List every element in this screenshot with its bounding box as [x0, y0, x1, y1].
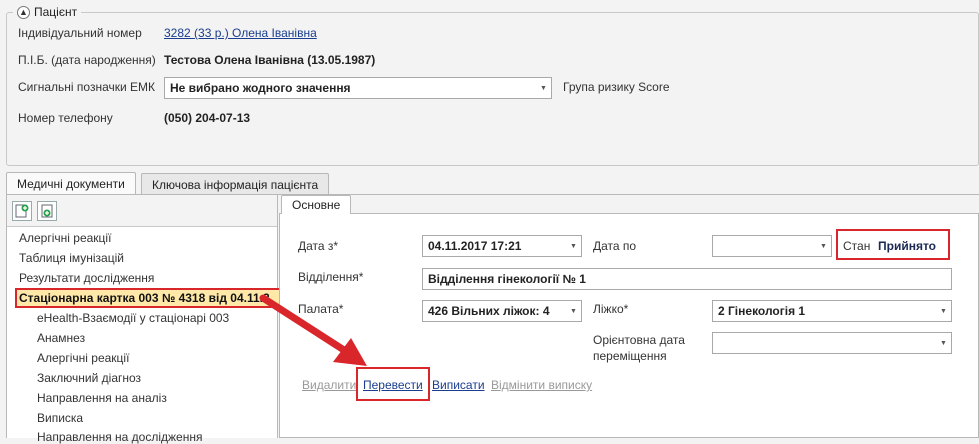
transfer-link[interactable]: Перевести — [363, 378, 423, 392]
date-from-input[interactable]: 04.11.2017 17:21 ▼ — [422, 235, 582, 257]
discharge-link[interactable]: Виписати — [432, 378, 485, 392]
patient-group-header[interactable]: ▲ Пацієнт — [13, 4, 82, 20]
chevron-down-icon[interactable]: ▼ — [816, 236, 831, 256]
tab-main-label: Основне — [292, 198, 341, 212]
chevron-down-icon[interactable]: ▼ — [936, 301, 951, 321]
transfer-date-label: Орієнтовна дата — [593, 333, 685, 347]
ward-value: 426 Вільних ліжок: 4 — [428, 304, 550, 318]
date-from-value: 04.11.2017 17:21 — [428, 239, 522, 253]
collapse-icon[interactable]: ▲ — [17, 5, 30, 19]
ward-select[interactable]: 426 Вільних ліжок: 4 ▼ — [422, 300, 582, 322]
department-value: Відділення гінекології № 1 — [428, 272, 586, 286]
tree-child-item[interactable]: Анамнез — [37, 331, 85, 345]
add-subdocument-button[interactable] — [37, 201, 57, 221]
tree-child-item[interactable]: Алергічні реакції — [37, 351, 129, 365]
chevron-down-icon[interactable]: ▼ — [536, 78, 551, 98]
tab-medical-docs-label: Медичні документи — [17, 177, 125, 191]
bed-value: 2 Гінекологія 1 — [718, 304, 806, 318]
state-value: Прийнято — [878, 239, 937, 253]
patient-name: Тестова Олена Іванівна (13.05.1987) — [164, 53, 376, 67]
bed-select[interactable]: 2 Гінекологія 1 ▼ — [712, 300, 952, 322]
tree-child-item[interactable]: Направлення на дослідження — [37, 430, 202, 444]
state-label: Стан — [843, 239, 871, 253]
patient-phone: (050) 204-07-13 — [164, 111, 251, 125]
signals-value: Не вибрано жодного значення — [170, 81, 351, 95]
chevron-down-icon[interactable]: ▼ — [566, 301, 581, 321]
date-to-label: Дата по — [593, 239, 637, 253]
tree-item[interactable]: Таблиця імунізацій — [19, 251, 124, 265]
tab-main[interactable]: Основне — [281, 195, 352, 214]
tree-item-selected[interactable]: Стаціонарна картка 003 № 4318 від 04.11.… — [15, 288, 281, 308]
transfer-date-input[interactable]: ▼ — [712, 332, 952, 354]
transfer-date-label-2: переміщення — [593, 349, 667, 363]
tree-item[interactable]: Результати дослідження — [19, 271, 154, 285]
signals-label: Сигнальні позначки ЕМК — [18, 80, 156, 94]
patient-id-link[interactable]: 3282 (33 р.) Олена Іванівна — [164, 26, 317, 40]
delete-link[interactable]: Видалити — [302, 378, 356, 392]
score-label: Група ризику Score — [563, 80, 670, 94]
tree-child-item[interactable]: Виписка — [37, 411, 83, 425]
chevron-down-icon[interactable]: ▼ — [936, 333, 951, 353]
tab-key-info[interactable]: Ключова інформація пацієнта — [141, 173, 330, 195]
signals-select[interactable]: Не вибрано жодного значення ▼ — [164, 77, 552, 99]
new-document-icon — [15, 204, 29, 218]
cancel-discharge-link[interactable]: Відмінити виписку — [491, 378, 592, 392]
department-select[interactable]: Відділення гінекології № 1 — [422, 268, 952, 290]
document-tree: Алергічні реакції Таблиця імунізацій Рез… — [7, 226, 281, 444]
tree-child-item[interactable]: Заключний діагноз — [37, 371, 141, 385]
tree-child-item[interactable]: Направлення на аналіз — [37, 391, 167, 405]
department-label: Відділення* — [298, 270, 364, 284]
chevron-down-icon[interactable]: ▼ — [566, 236, 581, 256]
patient-group-title: Пацієнт — [34, 5, 78, 19]
tab-key-info-label: Ключова інформація пацієнта — [152, 177, 319, 192]
red-arrow-icon — [259, 294, 367, 366]
add-document-button[interactable] — [12, 201, 32, 221]
tree-item[interactable]: Алергічні реакції — [19, 231, 111, 245]
date-to-input[interactable]: ▼ — [712, 235, 832, 257]
phone-label: Номер телефону — [18, 111, 113, 125]
bed-label: Ліжко* — [593, 302, 629, 316]
tab-medical-docs[interactable]: Медичні документи — [6, 172, 136, 195]
tree-child-item[interactable]: eHealth-Взаємодії у стаціонарі 003 — [37, 311, 229, 325]
date-from-label: Дата з* — [298, 239, 339, 253]
name-label: П.І.Б. (дата народження) — [18, 53, 156, 67]
add-child-icon — [41, 204, 53, 218]
id-label: Індивідуальний номер — [18, 26, 142, 40]
